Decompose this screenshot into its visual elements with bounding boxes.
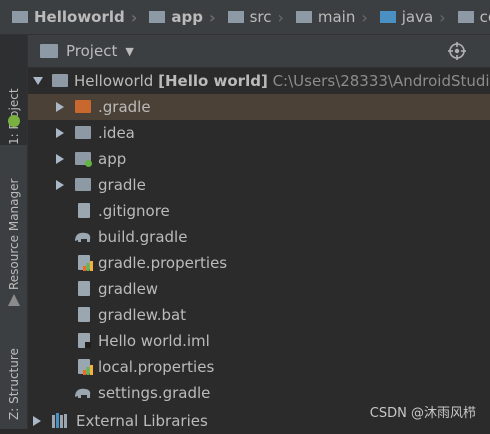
tree-item-label: local.properties <box>98 358 215 376</box>
tab-project[interactable]: 1: Project <box>0 35 27 145</box>
chevron-right-icon[interactable] <box>56 180 64 190</box>
tool-window-stripe: 1: Project Resource Manager Z: Structure <box>0 35 28 429</box>
tree-item-label: gradlew.bat <box>98 306 187 324</box>
tree-item-label: .gradle <box>98 98 151 116</box>
breadcrumb-label: java <box>401 8 434 26</box>
package-icon <box>457 11 474 23</box>
tree-item-local-properties[interactable]: local.properties <box>28 354 490 380</box>
folder-icon <box>75 178 91 191</box>
breadcrumb-item-app[interactable]: app › <box>137 7 216 27</box>
chevron-right-icon[interactable] <box>56 128 64 138</box>
tree-item-idea[interactable]: .idea <box>28 120 490 146</box>
tree-item-label: gradle.properties <box>98 254 228 272</box>
folder-icon <box>295 11 312 23</box>
tab-structure-label: Z: Structure <box>6 348 21 420</box>
chevron-right-icon[interactable] <box>56 102 64 112</box>
library-icon <box>52 413 67 428</box>
text-file-icon <box>78 307 90 322</box>
breadcrumb-item-main[interactable]: main › <box>284 8 368 27</box>
project-panel-header: Project ▼ <box>28 35 490 68</box>
tree-item-label: gradlew <box>98 280 159 298</box>
tab-structure[interactable]: Z: Structure <box>0 340 27 420</box>
tree-root-label: Helloworld [Hello world] C:\Users\28333\… <box>74 72 490 90</box>
properties-bars-icon <box>83 261 93 271</box>
tree-item-gradle-properties[interactable]: gradle.properties <box>28 250 490 276</box>
folder-icon <box>227 11 244 23</box>
iml-badge-icon <box>85 342 91 348</box>
tree-item-build-gradle[interactable]: build.gradle <box>28 224 490 250</box>
chevron-right-icon: › <box>130 7 138 27</box>
root-path: C:\Users\28333\AndroidStudio <box>272 72 490 90</box>
target-icon[interactable] <box>448 42 466 60</box>
android-icon <box>8 115 20 127</box>
tab-resource-manager[interactable]: Resource Manager <box>0 170 27 290</box>
root-name: Helloworld <box>74 72 154 90</box>
root-module: [Hello world] <box>158 72 268 90</box>
tree-item-label: .gitignore <box>98 202 170 220</box>
resource-manager-icon <box>8 294 20 306</box>
module-folder-icon <box>52 74 68 87</box>
tree-item-label: .idea <box>98 124 135 142</box>
chevron-right-icon: › <box>208 7 216 27</box>
source-folder-icon <box>379 11 396 23</box>
tree-item-gradle-dir[interactable]: .gradle <box>28 94 490 120</box>
breadcrumb-label: src <box>249 8 272 26</box>
watermark: CSDN @沐雨风栉 <box>369 406 476 421</box>
tab-project-label: 1: Project <box>6 88 21 145</box>
breadcrumb-label: Helloworld <box>34 8 125 26</box>
properties-bars-icon <box>83 365 93 375</box>
caret-down-icon[interactable]: ▼ <box>125 45 133 58</box>
tree-item-label: External Libraries <box>76 412 208 430</box>
tree-item-gitignore[interactable]: .gitignore <box>28 198 490 224</box>
module-badge-icon <box>85 160 92 167</box>
project-folder-icon <box>40 44 58 58</box>
tree-item-label: app <box>98 150 127 168</box>
breadcrumb-label: com <box>479 8 490 26</box>
folder-icon <box>75 100 91 113</box>
text-file-icon <box>78 281 90 296</box>
tree-item-iml[interactable]: Hello world.iml <box>28 328 490 354</box>
tree-item-label: build.gradle <box>98 228 188 246</box>
tree-root-helloworld[interactable]: Helloworld [Hello world] C:\Users\28333\… <box>28 68 490 94</box>
tab-resource-manager-label: Resource Manager <box>6 178 21 290</box>
chevron-right-icon[interactable] <box>56 154 64 164</box>
breadcrumb-item-helloworld[interactable]: Helloworld › <box>0 8 137 27</box>
tree-item-label: Hello world.iml <box>98 332 210 350</box>
project-view-title[interactable]: Project <box>66 42 117 60</box>
module-folder-icon <box>149 11 166 23</box>
breadcrumb-label: app <box>171 8 203 26</box>
project-tree: Helloworld [Hello world] C:\Users\28333\… <box>28 68 490 430</box>
breadcrumb: Helloworld › app › src › main › java › c… <box>0 0 490 35</box>
tree-item-label: gradle <box>98 176 146 194</box>
gradle-elephant-icon <box>75 388 91 398</box>
chevron-right-icon[interactable] <box>33 416 41 426</box>
breadcrumb-item-com[interactable]: com › <box>446 8 490 27</box>
breadcrumb-item-java[interactable]: java › <box>368 8 446 27</box>
tree-item-label: settings.gradle <box>98 384 211 402</box>
breadcrumb-label: main <box>317 8 356 26</box>
breadcrumb-item-src[interactable]: src › <box>216 8 284 27</box>
tree-item-app[interactable]: app <box>28 146 490 172</box>
tree-item-gradlew-bat[interactable]: gradlew.bat <box>28 302 490 328</box>
gradle-elephant-icon <box>75 232 91 242</box>
tree-item-gradlew[interactable]: gradlew <box>28 276 490 302</box>
chevron-down-icon[interactable] <box>33 77 43 85</box>
folder-icon <box>75 126 91 139</box>
text-file-icon <box>78 203 90 218</box>
tree-item-gradle[interactable]: gradle <box>28 172 490 198</box>
folder-icon <box>12 11 28 23</box>
